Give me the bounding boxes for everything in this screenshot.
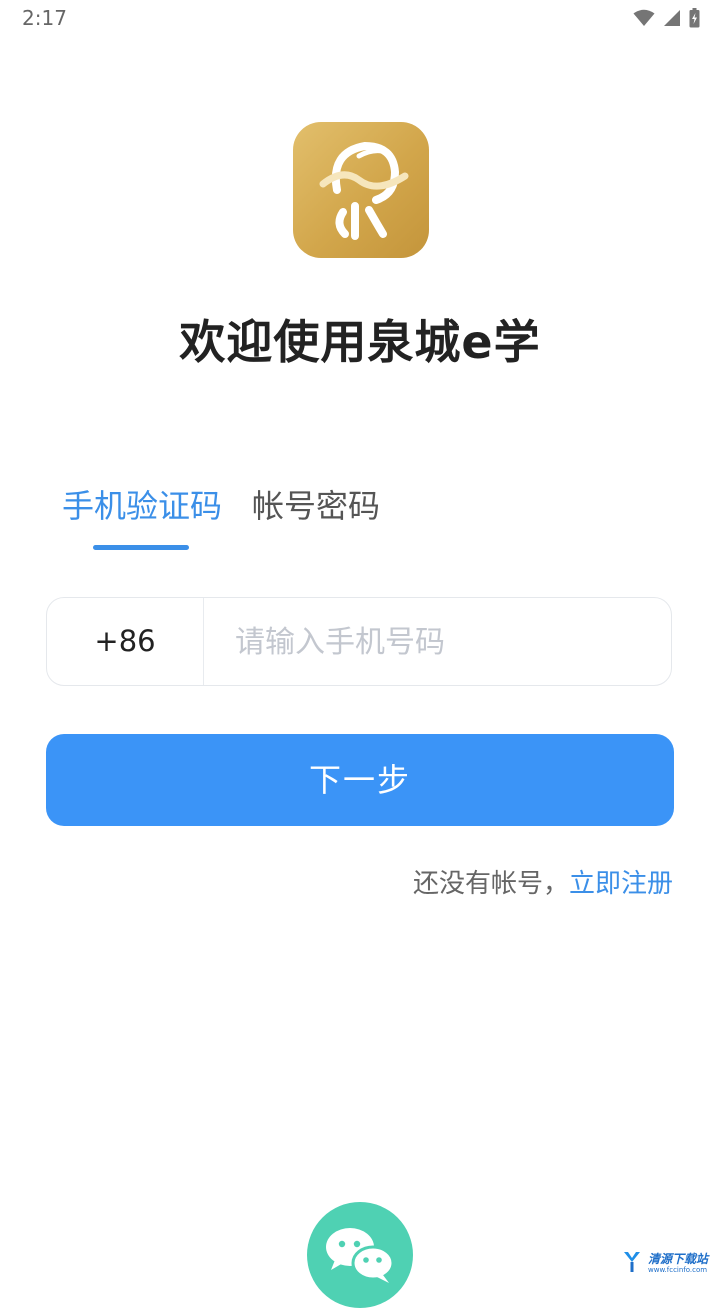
phone-divider (203, 598, 204, 685)
wechat-login-button[interactable] (307, 1202, 413, 1308)
watermark-logo-icon (624, 1252, 640, 1272)
phone-input-box: +86 (46, 597, 672, 686)
app-logo (293, 122, 429, 258)
register-row: 还没有帐号，立即注册 (413, 866, 673, 902)
watermark-url: www.fccinfo.com (648, 1266, 708, 1274)
cellular-signal-icon (663, 9, 681, 27)
register-prompt: 还没有帐号， (412, 869, 569, 899)
welcome-title: 欢迎使用泉城e学 (179, 315, 541, 369)
battery-charging-icon (689, 8, 700, 28)
wechat-icon (326, 1228, 395, 1283)
status-icons (633, 8, 700, 28)
tab-sms-code[interactable]: 手机验证码 (62, 484, 222, 528)
next-step-button[interactable]: 下一步 (46, 734, 674, 826)
wifi-icon (633, 9, 655, 27)
tab-account-password[interactable]: 帐号密码 (252, 484, 380, 528)
status-bar: 2:17 (0, 0, 720, 36)
country-code-selector[interactable]: +86 (47, 598, 203, 685)
status-time: 2:17 (22, 6, 67, 30)
phone-number-input[interactable] (235, 618, 645, 666)
register-link[interactable]: 立即注册 (569, 869, 673, 899)
watermark-text: 清源下载站 (648, 1252, 709, 1266)
active-tab-indicator (93, 545, 189, 550)
quancheng-logo-icon (319, 141, 409, 240)
site-watermark: 清源下载站 www.fccinfo.com (622, 1248, 709, 1278)
